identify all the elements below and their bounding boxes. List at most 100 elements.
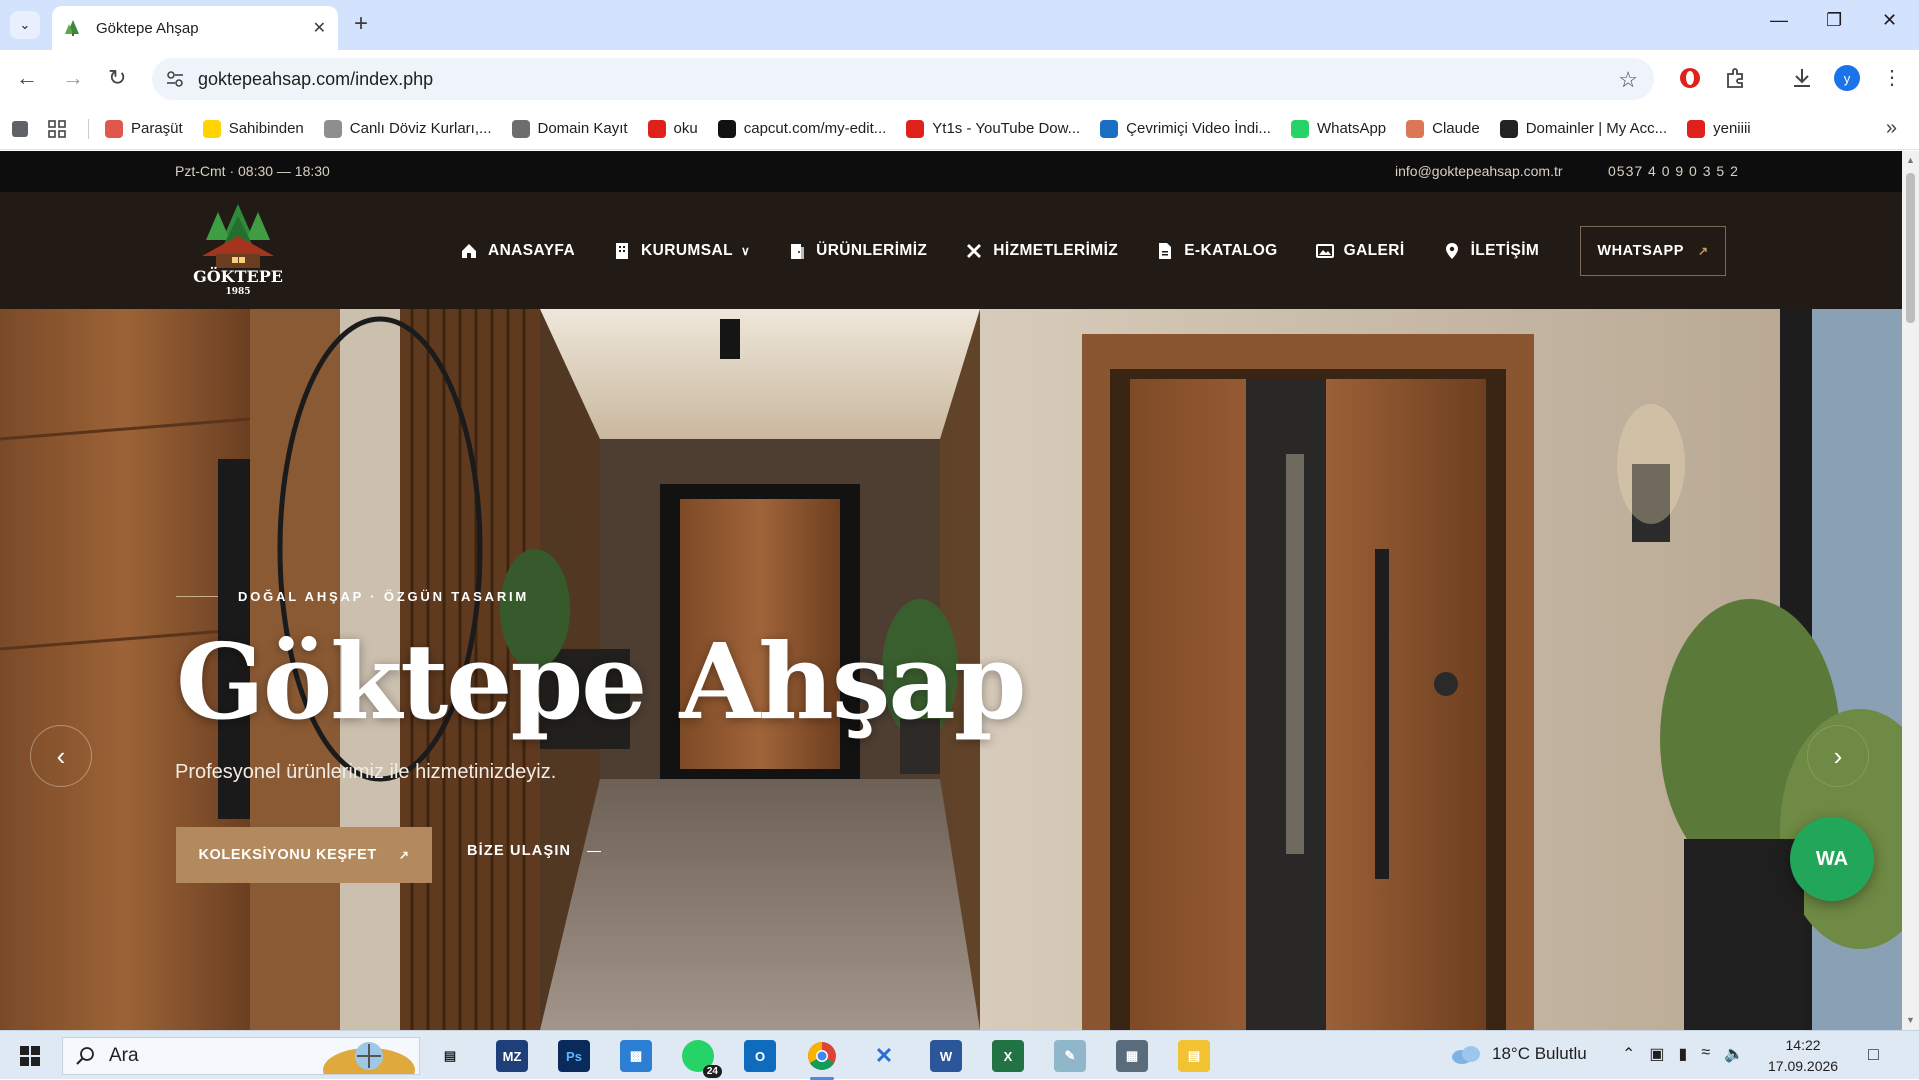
paint-icon[interactable]: ✎	[1054, 1040, 1086, 1072]
bookmark-label: Claude	[1432, 120, 1480, 137]
task-view-icon[interactable]: ▤	[434, 1040, 466, 1072]
speaker-muted-icon[interactable]: 🔈	[1724, 1044, 1744, 1064]
bookmark-favicon-icon	[1406, 119, 1425, 138]
calculator-icon[interactable]: ▦	[1116, 1040, 1148, 1072]
bookmark-item[interactable]: Domainler | My Acc...	[1499, 119, 1667, 138]
bookmarks-bar: Paraşüt Sahibinden Canlı Döviz Kurları,...…	[0, 108, 1919, 150]
more-menu-icon[interactable]: ⋮	[1882, 64, 1902, 92]
whatsapp-float-button[interactable]: WA	[1790, 817, 1874, 901]
nav-item-2[interactable]: KURUMSAL ∨	[613, 242, 750, 260]
slider-prev-button[interactable]: ‹	[30, 725, 92, 787]
bookmark-item[interactable]: capcut.com/my-edit...	[717, 119, 886, 138]
taskbar-search-input[interactable]: Ara	[62, 1037, 420, 1075]
word-icon[interactable]: W	[930, 1040, 962, 1072]
bookmark-item[interactable]: Yt1s - YouTube Dow...	[906, 119, 1081, 138]
sidebar-toggle-icon[interactable]	[12, 120, 28, 137]
minimize-icon[interactable]: —	[1770, 10, 1788, 31]
tray-chevron-up-icon[interactable]: ⌃	[1622, 1044, 1635, 1064]
profile-avatar[interactable]: y	[1834, 65, 1860, 91]
file-explorer-icon[interactable]: ▤	[1178, 1040, 1210, 1072]
bookmark-item[interactable]: Domain Kayıt	[511, 119, 628, 138]
hero-title: Göktepe Ahşap	[176, 620, 1027, 743]
download-icon[interactable]	[1790, 66, 1814, 90]
nav-item-3[interactable]: ÜRÜNLERİMİZ	[788, 242, 927, 260]
system-tray: ⌃ ▣ ▮ ≈ 🔈	[1622, 1044, 1744, 1064]
whatsapp-app-icon[interactable]: 24	[682, 1040, 722, 1078]
hero-kicker-text: DOĞAL AHŞAP · ÖZGÜN TASARIM	[238, 589, 530, 604]
nav-item-label: ANASAYFA	[488, 241, 576, 259]
reload-icon[interactable]: ↻	[108, 64, 126, 92]
more-bookmarks-icon[interactable]: »	[1886, 117, 1897, 140]
close-tab-icon[interactable]: ✕	[313, 18, 326, 38]
nav-item-7[interactable]: İLETİŞİM	[1443, 242, 1540, 260]
restore-icon[interactable]: ❐	[1826, 10, 1842, 31]
chrome-icon[interactable]	[806, 1040, 838, 1080]
explore-collection-label: KOLEKSİYONU KEŞFET	[198, 847, 377, 863]
goktepe-logo[interactable]: GÖKTEPE 1985	[188, 202, 288, 298]
file-icon	[1159, 242, 1172, 259]
page-scrollbar[interactable]: ▲ ▼	[1902, 151, 1919, 1030]
tray-monitor-icon[interactable]: ▣	[1649, 1044, 1664, 1064]
tab-search-button[interactable]: ⌄	[10, 11, 40, 39]
windows-start-icon[interactable]	[20, 1046, 40, 1066]
image-icon	[1315, 243, 1334, 258]
contact-email-link[interactable]: info@goktepeahsap.com.tr	[1395, 163, 1563, 179]
bookmark-item[interactable]: Paraşüt	[105, 119, 183, 138]
whatsapp-nav-button[interactable]: WHATSAPP ↗	[1580, 226, 1726, 276]
store-icon[interactable]: ▩	[620, 1040, 652, 1072]
editor-app-icon[interactable]: ✕	[868, 1040, 900, 1072]
windows-taskbar: Ara ▤ MZ Ps ▩ 24 O ✕ W X ✎ ▦ ▤ 18°C Bulu…	[0, 1030, 1919, 1080]
nav-item-4[interactable]: HİZMETLERİMİZ	[965, 242, 1118, 260]
opera-extension-icon[interactable]	[1678, 66, 1702, 90]
forward-icon[interactable]: →	[62, 64, 84, 92]
bookmark-item[interactable]: oku	[647, 119, 698, 138]
weather-widget[interactable]: 18°C Bulutlu	[1450, 1044, 1587, 1064]
logo-wordmark: GÖKTEPE	[193, 266, 283, 286]
bookmark-favicon-icon	[1499, 119, 1518, 138]
back-icon[interactable]: ←	[16, 64, 38, 92]
address-bar[interactable]: goktepeahsap.com/index.php ☆	[152, 58, 1654, 100]
slider-next-button[interactable]: ›	[1807, 725, 1869, 787]
photoshop-icon[interactable]: Ps	[558, 1040, 590, 1072]
hero-subtitle: Profesyonel ürünlerimiz ile hizmetinizde…	[175, 761, 557, 783]
outlook-icon[interactable]: O	[744, 1040, 776, 1072]
notifications-icon[interactable]: □	[1868, 1044, 1879, 1065]
scroll-up-icon[interactable]: ▲	[1906, 155, 1915, 165]
scrollbar-thumb[interactable]	[1906, 173, 1915, 323]
window-close-icon[interactable]: ✕	[1882, 10, 1897, 31]
contact-us-link[interactable]: BİZE ULAŞIN	[467, 843, 602, 859]
explore-collection-button[interactable]: KOLEKSİYONU KEŞFET ↗	[176, 827, 432, 883]
excel-icon[interactable]: X	[992, 1040, 1024, 1072]
bookmark-item[interactable]: yeniiii	[1687, 119, 1751, 138]
mz-app-icon[interactable]: MZ	[496, 1040, 528, 1072]
bookmark-star-icon[interactable]: ☆	[1618, 67, 1638, 93]
apps-grid-icon[interactable]	[48, 119, 66, 138]
new-tab-button[interactable]: +	[354, 10, 368, 38]
bookmark-item[interactable]: Çevrimiçi Video İndi...	[1100, 119, 1271, 138]
bookmark-item[interactable]: Sahibinden	[202, 119, 304, 138]
taskbar-clock[interactable]: 14:22 17.09.2026	[1768, 1035, 1838, 1077]
extensions-puzzle-icon[interactable]	[1724, 66, 1748, 90]
clock-time: 14:22	[1785, 1037, 1821, 1053]
wifi-icon[interactable]: ≈	[1701, 1044, 1710, 1064]
bookmark-favicon-icon	[105, 119, 123, 138]
tab-title: Göktepe Ahşap	[96, 19, 199, 37]
contact-phone-link[interactable]: 0537 4 0 9 0 3 5 2	[1608, 163, 1739, 179]
browser-tab-active[interactable]: Göktepe Ahşap ✕	[52, 6, 338, 50]
nav-item-5[interactable]: E-KATALOG	[1156, 242, 1277, 260]
map-pin-icon	[1445, 242, 1458, 259]
contact-us-label: BİZE ULAŞIN	[467, 843, 572, 859]
bookmark-favicon-icon	[1687, 119, 1706, 138]
bookmark-item[interactable]: Canlı Döviz Kurları,...	[323, 119, 492, 138]
tree-favicon-icon	[65, 20, 79, 36]
bookmark-label: Yt1s - YouTube Dow...	[932, 120, 1081, 137]
home-icon	[462, 243, 476, 258]
logo-year: 1985	[225, 287, 250, 297]
bookmark-item[interactable]: Claude	[1406, 119, 1480, 138]
battery-icon[interactable]: ▮	[1679, 1044, 1688, 1064]
nav-item-1[interactable]: ANASAYFA	[460, 242, 575, 260]
scroll-down-icon[interactable]: ▼	[1906, 1015, 1915, 1025]
nav-item-6[interactable]: GALERİ	[1315, 242, 1405, 260]
site-settings-icon[interactable]	[166, 70, 184, 88]
bookmark-item[interactable]: WhatsApp	[1290, 119, 1386, 138]
